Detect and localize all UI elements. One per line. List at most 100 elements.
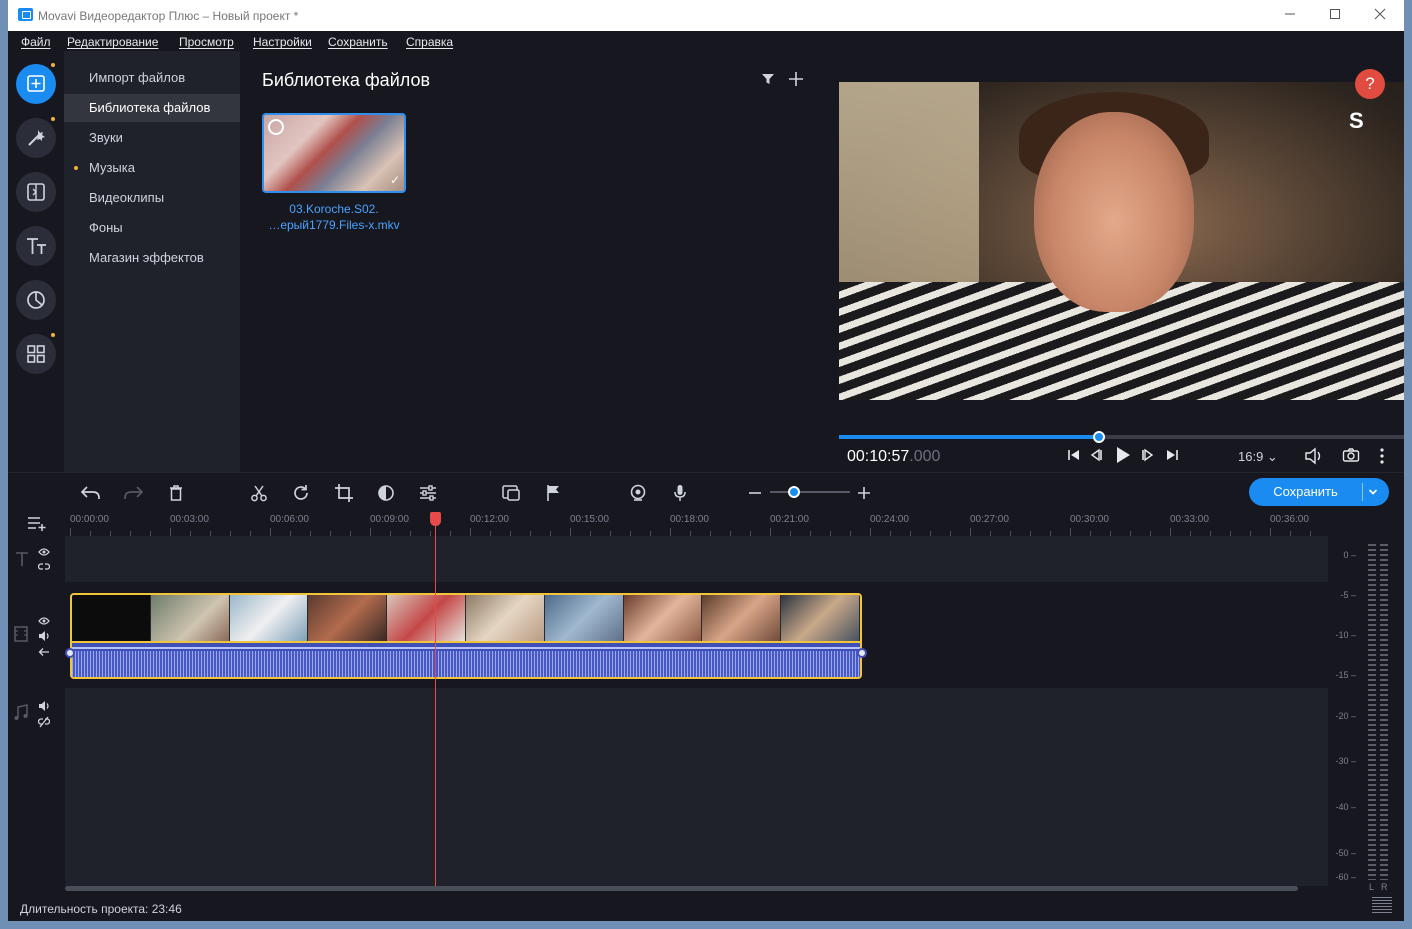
- save-button[interactable]: Сохранить: [1249, 478, 1389, 506]
- add-media-button[interactable]: [786, 69, 806, 89]
- play-button[interactable]: [1113, 445, 1133, 468]
- skip-end-icon: [1167, 450, 1178, 460]
- speaker-icon[interactable]: [38, 700, 50, 715]
- step-forward-icon: [1142, 448, 1154, 462]
- timeline-ruler[interactable]: 00:00:00 00:03:00 00:06:00 00:09:00 00:12:00…: [64, 510, 1328, 536]
- volume-button[interactable]: [1304, 447, 1324, 468]
- category-library[interactable]: Библиотека файлов: [64, 94, 240, 122]
- arrow-left-icon[interactable]: [38, 646, 50, 660]
- playhead-handle[interactable]: [430, 512, 441, 526]
- ruler-tick: [970, 528, 971, 536]
- crop-button[interactable]: [334, 483, 354, 503]
- clip-properties-button[interactable]: [418, 483, 438, 503]
- minimize-button[interactable]: [1270, 4, 1310, 26]
- delete-button[interactable]: [166, 483, 186, 503]
- rail-import-button[interactable]: [16, 64, 56, 104]
- link-icon[interactable]: [37, 561, 51, 576]
- camera-icon: [1342, 448, 1360, 462]
- category-sounds[interactable]: Звуки: [64, 124, 240, 152]
- meter-db-label: -20 –: [1335, 711, 1356, 721]
- rail-filters-button[interactable]: [16, 118, 56, 158]
- webcam-record-button[interactable]: [628, 483, 648, 503]
- eye-icon[interactable]: [38, 546, 50, 560]
- zoom-slider-track[interactable]: [770, 491, 850, 493]
- clip-fade-in-handle[interactable]: [65, 648, 75, 658]
- go-to-end-button[interactable]: [1164, 447, 1180, 466]
- category-backgrounds[interactable]: Фоны: [64, 214, 240, 242]
- rail-transitions-button[interactable]: [16, 172, 56, 212]
- preview-panel: S ? 00:10:57.000 16:9 ⌄: [838, 51, 1404, 472]
- add-track-button[interactable]: [26, 514, 48, 535]
- kebab-menu-icon: [1380, 448, 1384, 464]
- media-thumbnail[interactable]: ✓: [262, 113, 406, 193]
- zoom-out-button[interactable]: [745, 483, 765, 503]
- menu-settings[interactable]: Настройки: [253, 35, 312, 49]
- rail-stickers-button[interactable]: [16, 280, 56, 320]
- snapshot-button[interactable]: [1342, 447, 1360, 466]
- next-frame-button[interactable]: [1140, 447, 1156, 466]
- meter-channel-left: [1368, 544, 1376, 880]
- ruler-tick: [170, 528, 171, 536]
- tool-rail: [8, 51, 64, 472]
- redo-icon: [124, 486, 144, 499]
- ruler-tick: [70, 528, 71, 536]
- app-logo-icon: [18, 8, 33, 21]
- help-button[interactable]: ?: [1355, 69, 1385, 99]
- rail-more-button[interactable]: [16, 334, 56, 374]
- category-import[interactable]: Импорт файлов: [64, 64, 240, 92]
- save-dropdown-button[interactable]: [1368, 478, 1378, 517]
- volume-line[interactable]: [72, 647, 860, 649]
- cut-button[interactable]: [249, 483, 269, 503]
- aspect-ratio-select[interactable]: 16:9 ⌄: [1238, 449, 1278, 465]
- menu-help[interactable]: Справка: [406, 35, 453, 49]
- plus-icon: [858, 487, 870, 499]
- zoom-in-button[interactable]: [854, 483, 874, 503]
- microphone-icon: [674, 485, 686, 501]
- maximize-button[interactable]: [1315, 4, 1355, 26]
- ruler-label: 00:15:00: [570, 514, 609, 525]
- undo-button[interactable]: [80, 483, 100, 503]
- menu-view[interactable]: Просмотр: [179, 35, 234, 49]
- seekbar-knob[interactable]: [1092, 431, 1105, 443]
- ruler-label: 00:27:00: [970, 514, 1009, 525]
- zoom-slider-knob[interactable]: [788, 486, 800, 498]
- more-options-button[interactable]: [1378, 447, 1386, 468]
- chevron-down-icon: [1368, 489, 1378, 495]
- preview-seekbar[interactable]: [839, 431, 1404, 443]
- plus-icon: [789, 72, 803, 86]
- clip-fade-out-handle[interactable]: [857, 648, 867, 658]
- video-clip[interactable]: [70, 593, 862, 679]
- app-window: Movavi Видеоредактор Плюс – Новый проект…: [8, 0, 1404, 921]
- category-videoclips[interactable]: Видеоклипы: [64, 184, 240, 212]
- timeline-scrollbar[interactable]: [65, 886, 1298, 891]
- save-button-label: Сохранить: [1273, 484, 1338, 499]
- add-track-icon: [28, 517, 46, 531]
- menu-save[interactable]: Сохранить: [328, 35, 388, 49]
- redo-button[interactable]: [122, 483, 144, 503]
- check-icon: ✓: [389, 173, 400, 187]
- overlay-button[interactable]: [501, 483, 521, 503]
- color-adjust-button[interactable]: [376, 483, 396, 503]
- prev-frame-button[interactable]: [1088, 447, 1104, 466]
- menu-file[interactable]: Файл: [21, 35, 51, 49]
- marker-button[interactable]: [544, 483, 564, 503]
- menu-edit[interactable]: Редактирование: [67, 35, 158, 49]
- ruler-tick: [1270, 528, 1271, 536]
- category-label: Звуки: [89, 130, 123, 145]
- voice-record-button[interactable]: [670, 483, 690, 503]
- go-to-start-button[interactable]: [1066, 447, 1082, 466]
- category-effects-store[interactable]: Магазин эффектов: [64, 244, 240, 272]
- trash-icon: [170, 485, 182, 501]
- eye-icon[interactable]: [38, 615, 50, 629]
- skip-start-icon: [1068, 450, 1079, 460]
- title-track[interactable]: [65, 536, 1329, 582]
- category-music[interactable]: Музыка: [64, 154, 240, 182]
- unlink-icon[interactable]: [37, 716, 51, 731]
- rail-titles-button[interactable]: [16, 226, 56, 266]
- close-button[interactable]: [1360, 4, 1400, 26]
- speaker-icon[interactable]: [38, 630, 50, 645]
- meter-settings-icon[interactable]: [1372, 897, 1392, 913]
- rotate-button[interactable]: [291, 483, 311, 503]
- music-track[interactable]: [65, 688, 1329, 886]
- filter-button[interactable]: [758, 69, 778, 89]
